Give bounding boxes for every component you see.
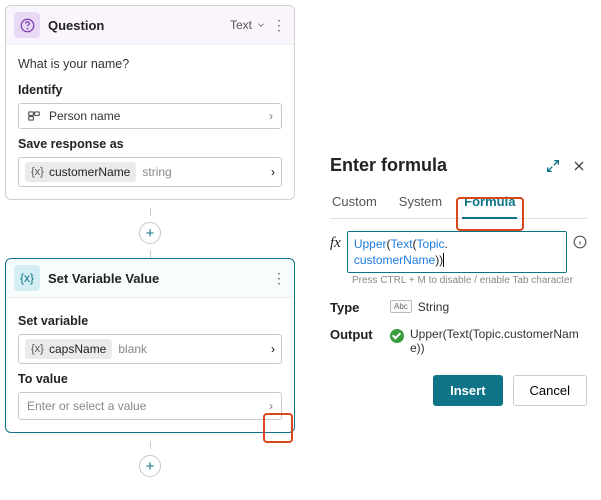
tovalue-label: To value	[18, 372, 282, 386]
entity-icon	[27, 109, 43, 123]
formula-hint: Press CTRL + M to disable / enable Tab c…	[352, 275, 587, 286]
formula-panel: Enter formula Custom System Formula fx U…	[316, 145, 601, 420]
formula-tabs: Custom System Formula	[330, 188, 587, 219]
expand-icon[interactable]	[545, 158, 561, 174]
identify-label: Identify	[18, 83, 282, 97]
question-title: Question	[48, 18, 230, 33]
setvar-title: Set Variable Value	[48, 271, 266, 286]
variable-node-icon: {x}	[14, 265, 40, 291]
tab-system[interactable]: System	[397, 188, 444, 218]
more-icon[interactable]: ⋮	[272, 17, 286, 34]
setvar-header: {x} Set Variable Value ⋮	[6, 259, 294, 298]
chevron-right-icon: ›	[269, 399, 273, 413]
formula-input[interactable]: Upper(Text(Topic.customerName))	[347, 231, 567, 273]
type-value: String	[418, 300, 449, 314]
tab-custom[interactable]: Custom	[330, 188, 379, 218]
output-value: Upper(Text(Topic.customerName))	[410, 327, 587, 355]
set-variable-node: {x} Set Variable Value ⋮ Set variable {x…	[5, 258, 295, 433]
panel-title: Enter formula	[330, 155, 545, 176]
question-node: Question Text ⋮ What is your name? Ident…	[5, 5, 295, 200]
question-header: Question Text ⋮	[6, 6, 294, 45]
chevron-down-icon[interactable]	[256, 20, 266, 30]
save-response-picker[interactable]: {x} customerName string ›	[18, 157, 282, 187]
add-node-button[interactable]: +	[139, 455, 161, 477]
tovalue-input[interactable]: Enter or select a value ›	[18, 392, 282, 420]
setvar-label: Set variable	[18, 314, 282, 328]
close-icon[interactable]	[571, 158, 587, 174]
string-type-icon: Abc	[390, 300, 412, 313]
save-response-label: Save response as	[18, 137, 282, 151]
question-icon	[14, 12, 40, 38]
type-label: Type	[330, 300, 390, 315]
variable-pill: {x} capsName	[25, 339, 112, 359]
chevron-right-icon: ›	[271, 165, 275, 179]
add-node-button[interactable]: +	[139, 222, 161, 244]
variable-pill: {x} customerName	[25, 162, 136, 182]
more-icon[interactable]: ⋮	[272, 270, 286, 287]
response-type-label[interactable]: Text	[230, 18, 252, 32]
variable-icon: {x}	[31, 166, 45, 178]
insert-button[interactable]: Insert	[433, 375, 502, 406]
question-prompt[interactable]: What is your name?	[18, 57, 282, 71]
output-label: Output	[330, 327, 390, 342]
tab-formula[interactable]: Formula	[462, 188, 517, 219]
fx-label: fx	[330, 231, 341, 252]
check-icon	[390, 329, 404, 343]
chevron-right-icon: ›	[269, 109, 273, 123]
cancel-button[interactable]: Cancel	[513, 375, 587, 406]
identify-value: Person name	[49, 109, 269, 123]
variable-icon: {x}	[31, 343, 45, 355]
info-icon[interactable]	[573, 231, 587, 249]
identify-picker[interactable]: Person name ›	[18, 103, 282, 129]
chevron-right-icon: ›	[271, 342, 275, 356]
setvar-picker[interactable]: {x} capsName blank ›	[18, 334, 282, 364]
